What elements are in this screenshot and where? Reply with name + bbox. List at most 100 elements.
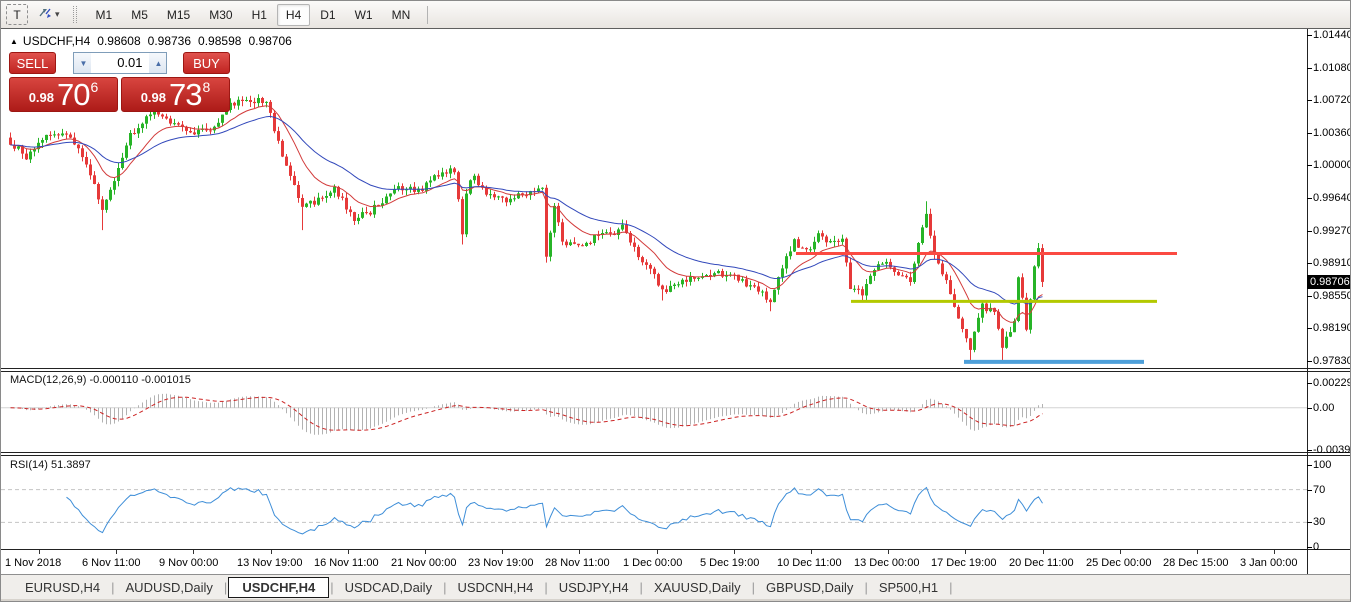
candle-body: [809, 249, 812, 250]
macd-canvas[interactable]: [1, 372, 1307, 452]
candle-body: [673, 285, 676, 286]
price-tick: [1307, 328, 1312, 329]
chart-tab-usdjpy-h4[interactable]: USDJPY,H4: [549, 577, 639, 598]
candle-body: [149, 115, 152, 117]
time-axis[interactable]: 1 Nov 20186 Nov 11:009 Nov 00:0013 Nov 1…: [1, 549, 1350, 576]
candle-body: [349, 210, 352, 213]
candle-body: [197, 130, 200, 135]
candle-body: [293, 176, 296, 185]
candle-body: [789, 251, 792, 256]
candle-body: [465, 194, 468, 235]
sell-price-tile[interactable]: 0.98 70 6: [9, 77, 118, 112]
timeframe-button-m1[interactable]: M1: [87, 4, 122, 26]
candle-body: [881, 264, 884, 265]
candle-body: [621, 225, 624, 230]
candle-body: [633, 243, 636, 247]
price-tick-label: 0.99640: [1313, 192, 1351, 204]
ma-fast-line[interactable]: [11, 106, 1043, 323]
time-tick-label: 25 Dec 00:00: [1086, 557, 1151, 569]
ma-slow-line[interactable]: [11, 116, 1043, 304]
candle-body: [345, 198, 348, 210]
sell-button[interactable]: SELL: [9, 52, 56, 74]
candle-body: [309, 201, 312, 204]
candle-body: [273, 113, 276, 131]
chart-tab-usdcnh-h4[interactable]: USDCNH,H4: [447, 577, 543, 598]
candle-body: [297, 185, 300, 198]
timeframe-button-m15[interactable]: M15: [158, 4, 199, 26]
candle-body: [73, 138, 76, 145]
time-tick-label: 1 Dec 00:00: [623, 557, 682, 569]
time-tick-label: 28 Dec 15:00: [1163, 557, 1228, 569]
candle-body: [505, 198, 508, 203]
candle-body: [77, 145, 80, 149]
time-tick: [888, 550, 889, 554]
buy-button[interactable]: BUY: [183, 52, 230, 74]
buy-price-tile[interactable]: 0.98 73 8: [121, 77, 230, 112]
candle-body: [165, 117, 168, 119]
time-tick-label: 9 Nov 00:00: [159, 557, 218, 569]
candle-body: [81, 148, 84, 157]
price-tick: [1307, 68, 1312, 69]
candle-body: [329, 193, 332, 196]
timeframe-button-h1[interactable]: H1: [243, 4, 276, 26]
candle-body: [961, 319, 964, 330]
timeframe-button-d1[interactable]: D1: [311, 4, 344, 26]
candle-body: [445, 172, 448, 173]
candle-body: [489, 194, 492, 195]
candle-body: [849, 263, 852, 290]
timeframe-button-h4[interactable]: H4: [277, 4, 310, 26]
candle-body: [561, 222, 564, 241]
timeframe-button-m5[interactable]: M5: [122, 4, 157, 26]
candle-body: [285, 157, 288, 166]
objects-tool-button[interactable]: ▾: [35, 5, 63, 25]
candle-body: [25, 154, 28, 160]
timeframe-button-mn[interactable]: MN: [383, 4, 420, 26]
candle-body: [133, 133, 136, 134]
candle-body: [169, 119, 172, 124]
chart-tab-xauusd-daily[interactable]: XAUUSD,Daily: [644, 577, 751, 598]
timeframe-button-w1[interactable]: W1: [346, 4, 382, 26]
macd-tick-label: 0.00: [1313, 402, 1334, 414]
chart-tab-usdcad-daily[interactable]: USDCAD,Daily: [335, 577, 442, 598]
time-tick-label: 20 Dec 11:00: [1009, 557, 1074, 569]
volume-decrease-button[interactable]: ▼: [74, 53, 91, 73]
chart-tab-gbpusd-daily[interactable]: GBPUSD,Daily: [756, 577, 863, 598]
price-tick-label: 1.01080: [1313, 62, 1351, 74]
candle-body: [313, 201, 316, 205]
candle-body: [97, 184, 100, 199]
volume-field[interactable]: 0.01: [91, 53, 149, 73]
timeframe-button-group: M1M5M15M30H1H4D1W1MN: [87, 4, 421, 26]
candle-body: [577, 244, 580, 245]
price-tick-label: 0.97830: [1313, 355, 1351, 367]
candle-body: [173, 123, 176, 124]
current-price-badge: 0.98706: [1307, 275, 1350, 289]
price-tick: [1307, 133, 1312, 134]
time-tick: [193, 550, 194, 554]
time-tick-label: 23 Nov 19:00: [468, 557, 533, 569]
chart-tab-eurusd-h4[interactable]: EURUSD,H4: [15, 577, 110, 598]
chart-tab-audusd-daily[interactable]: AUDUSD,Daily: [116, 577, 223, 598]
sell-price-big: 70: [57, 80, 89, 109]
candle-body: [461, 199, 464, 234]
time-tick: [811, 550, 812, 554]
candle-body: [973, 332, 976, 350]
sell-price-prefix: 0.98: [29, 90, 54, 105]
objects-tool-icon: [38, 6, 53, 24]
time-tick-label: 1 Nov 2018: [5, 557, 61, 569]
candle-body: [237, 100, 240, 106]
candle-body: [685, 280, 688, 282]
candle-body: [281, 141, 284, 157]
candle-body: [793, 239, 796, 251]
rsi-line: [67, 488, 1043, 534]
timeframe-button-m30[interactable]: M30: [200, 4, 241, 26]
text-tool-button[interactable]: T: [6, 4, 28, 25]
rsi-canvas[interactable]: [1, 456, 1307, 549]
volume-increase-button[interactable]: ▲: [149, 53, 166, 73]
time-tick-label: 6 Nov 11:00: [82, 557, 141, 569]
tab-separator: |: [948, 580, 953, 595]
time-tick: [39, 550, 40, 554]
candle-body: [1021, 277, 1024, 297]
candle-body: [941, 264, 944, 275]
chart-tab-usdchf-h4[interactable]: USDCHF,H4: [228, 577, 329, 598]
chart-tab-sp500-h1[interactable]: SP500,H1: [869, 577, 948, 598]
